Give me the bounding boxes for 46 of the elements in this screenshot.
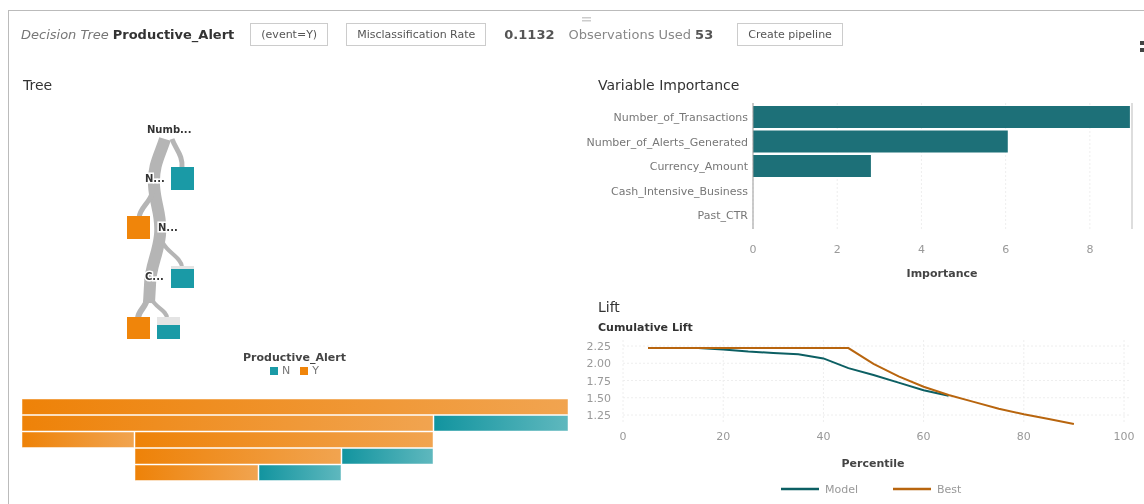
axis-tick-label: 1.25 [586,409,611,422]
category-label: Cash_Intensive_Business [611,184,748,198]
axis-tick-label: 0 [749,243,757,256]
axis-tick-label: 1.50 [586,391,611,405]
axis-tick-label: 20 [716,430,731,443]
legend-label: Y [312,364,319,377]
create-pipeline-button[interactable]: Create pipeline [737,22,843,46]
legend-label: Best [937,483,962,496]
legend-line [893,487,931,491]
category-label: Number_of_Transactions [613,111,748,124]
axis-tick-label: 2.00 [586,357,611,371]
metric-value: 0.1132 [504,26,555,42]
axis-title: Importance [906,267,978,280]
axis-title: Percentile [841,457,905,470]
menu-icon[interactable] [1140,41,1144,53]
axis-tick-label: 1.75 [586,374,611,388]
observations-label: Observations Used [568,26,692,42]
observations-value: 53 [695,26,714,42]
category-label: Past_CTR [697,209,748,222]
legend-label: N [282,364,291,377]
panel-title: Lift [597,298,621,317]
legend-label: Model [825,483,859,496]
drag-handle-icon[interactable] [582,17,591,22]
legend-title: Productive_Alert [243,351,346,364]
axis-tick-label: 6 [1002,243,1010,256]
legend-line [781,487,819,491]
metric-button[interactable]: Misclassification Rate [346,22,487,46]
axis-tick-label: 40 [816,430,831,443]
node-label: N... [158,222,178,233]
view-type-label: Decision Tree [21,26,109,42]
axis-tick-label: 8 [1086,243,1094,256]
axis-tick-label: 100 [1113,430,1135,443]
node-label: Numb... [147,124,192,135]
axis-tick-label: 80 [1016,430,1031,443]
event-button[interactable]: (event=Y) [250,22,329,46]
model-name: Productive_Alert [112,26,235,42]
panel-title: Tree [22,76,54,95]
chart-title: Cumulative Lift [597,320,694,334]
axis-tick-label: 0 [619,430,627,443]
category-label: Currency_Amount [649,160,748,173]
axis-tick-label: 2 [833,243,841,256]
panel-title: Variable Importance [597,76,741,95]
axis-tick-label: 2.25 [586,340,611,353]
axis-tick-label: 60 [916,430,931,443]
category-label: Number_of_Alerts_Generated [586,135,748,149]
axis-tick-label: 4 [917,243,925,256]
